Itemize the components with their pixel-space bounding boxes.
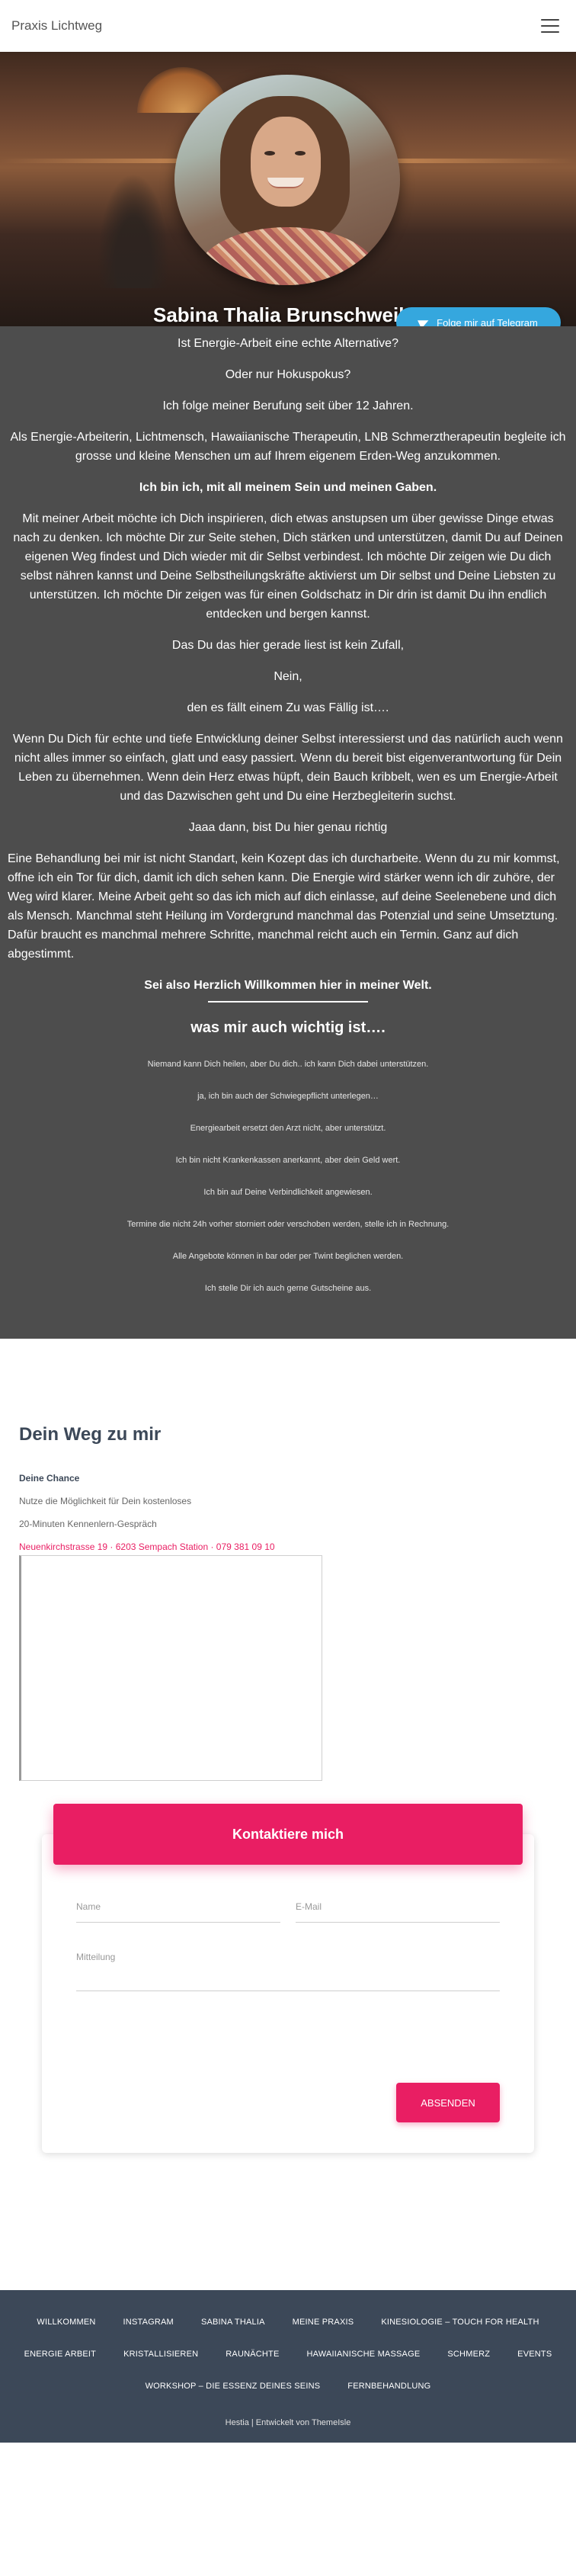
- submit-button[interactable]: ABSENDEN: [396, 2083, 500, 2122]
- portrait-photo: [174, 75, 400, 285]
- footer-link[interactable]: KINESIOLOGIE – TOUCH FOR HEALTH: [381, 2318, 539, 2327]
- email-field[interactable]: E-Mail: [296, 1895, 500, 1923]
- map-embed[interactable]: [19, 1555, 322, 1781]
- site-brand[interactable]: Praxis Lichtweg: [11, 18, 102, 34]
- footer-link[interactable]: INSTAGRAM: [123, 2318, 174, 2327]
- footer-link[interactable]: ENERGIE ARBEIT: [24, 2350, 97, 2359]
- footer-link[interactable]: MEINE PRAXIS: [293, 2318, 354, 2327]
- intro-text: Jaaa dann, bist Du hier genau richtig: [188, 821, 388, 834]
- intro-section: Ist Energie-Arbeit eine echte Alternativ…: [0, 326, 576, 1339]
- contact-card: Kontaktiere mich Name E-Mail Mitteilung …: [42, 1804, 534, 2153]
- stone-stack: [91, 159, 175, 288]
- footer-link[interactable]: SABINA THALIA: [201, 2318, 265, 2327]
- list-item: Niemand kann Dich heilen, aber Du dich..…: [147, 1060, 429, 1069]
- directions-section: Dein Weg zu mir Deine Chance Nutze die M…: [0, 1339, 576, 2214]
- address-link[interactable]: Neuenkirchstrasse 19 · 6203 Sempach Stat…: [19, 1541, 557, 1552]
- footer-link[interactable]: RAUNÄCHTE: [226, 2350, 279, 2359]
- intro-text: Das Du das hier gerade liest ist kein Zu…: [171, 639, 405, 652]
- footer-link[interactable]: WORKSHOP – DIE ESSENZ DEINES SEINS: [146, 2382, 321, 2391]
- list-item: Alle Angebote können in bar oder per Twi…: [172, 1252, 404, 1261]
- footer-link[interactable]: FERNBEHANDLUNG: [347, 2382, 430, 2391]
- contact-wrapper: Kontaktiere mich Name E-Mail Mitteilung …: [19, 1781, 557, 2168]
- intro-text: Ich folge meiner Berufung seit über 12 J…: [162, 399, 414, 412]
- footer-link[interactable]: EVENTS: [517, 2350, 552, 2359]
- footer-link[interactable]: KRISTALLISIEREN: [123, 2350, 198, 2359]
- footer-credit: Hestia | Entwickelt von ThemeIsle: [225, 2418, 351, 2427]
- intro-text: Nein,: [274, 670, 302, 683]
- offer-text: Nutze die Möglichkeit für Dein kostenlos…: [19, 1496, 192, 1506]
- intro-question: Ist Energie-Arbeit eine echte Alternativ…: [178, 337, 398, 350]
- offer-text: 20-Minuten Kennenlern-Gespräch: [19, 1519, 157, 1529]
- hero-section: Sabina Thalia Brunschweiler Folge mir au…: [0, 52, 576, 357]
- intro-text: Wenn Du Dich für echte und tiefe Entwick…: [13, 733, 563, 803]
- divider: [208, 1001, 368, 1002]
- intro-text: Oder nur Hokuspokus?: [225, 368, 351, 381]
- list-item: ja, ich bin auch der Schwiegepflicht unt…: [197, 1092, 379, 1101]
- name-field[interactable]: Name: [76, 1895, 280, 1923]
- message-field[interactable]: Mitteilung: [76, 1946, 500, 1991]
- intro-text: Eine Behandlung bei mir ist nicht Standa…: [8, 852, 560, 961]
- list-item: Ich bin nicht Krankenkassen anerkannt, a…: [175, 1156, 401, 1165]
- contact-title: Kontaktiere mich: [53, 1804, 523, 1865]
- intro-text: Als Energie-Arbeiterin, Lichtmensch, Haw…: [10, 431, 566, 463]
- intro-text: Mit meiner Arbeit möchte ich Dich inspir…: [13, 512, 563, 621]
- important-heading: was mir auch wichtig ist….: [190, 1019, 386, 1036]
- list-item: Ich bin auf Deine Verbindlichkeit angewi…: [203, 1188, 373, 1197]
- chance-label: Deine Chance: [19, 1473, 80, 1484]
- top-navbar: Praxis Lichtweg: [0, 0, 576, 52]
- list-item: Ich stelle Dir ich auch gerne Gutscheine…: [204, 1284, 372, 1293]
- intro-text: den es fällt einem Zu was Fällig ist….: [187, 701, 389, 714]
- footer-link[interactable]: WILLKOMMEN: [37, 2318, 95, 2327]
- directions-title: Dein Weg zu mir: [19, 1424, 162, 1445]
- hamburger-menu-icon[interactable]: [541, 19, 559, 33]
- list-item: Energiearbeit ersetzt den Arzt nicht, ab…: [190, 1124, 386, 1133]
- welcome-text: Sei also Herzlich Willkommen hier in mei…: [144, 979, 432, 992]
- footer-link[interactable]: SCHMERZ: [447, 2350, 490, 2359]
- important-list: Niemand kann Dich heilen, aber Du dich..…: [8, 1060, 568, 1293]
- list-item: Termine die nicht 24h vorher storniert o…: [126, 1220, 450, 1229]
- footer-nav: WILLKOMMEN INSTAGRAM SABINA THALIA MEINE…: [15, 2318, 561, 2391]
- site-footer: WILLKOMMEN INSTAGRAM SABINA THALIA MEINE…: [0, 2290, 576, 2443]
- footer-link[interactable]: HAWAIIANISCHE MASSAGE: [307, 2350, 421, 2359]
- form-row: Name E-Mail: [76, 1895, 500, 1923]
- intro-bold-text: Ich bin ich, mit all meinem Sein und mei…: [139, 481, 437, 494]
